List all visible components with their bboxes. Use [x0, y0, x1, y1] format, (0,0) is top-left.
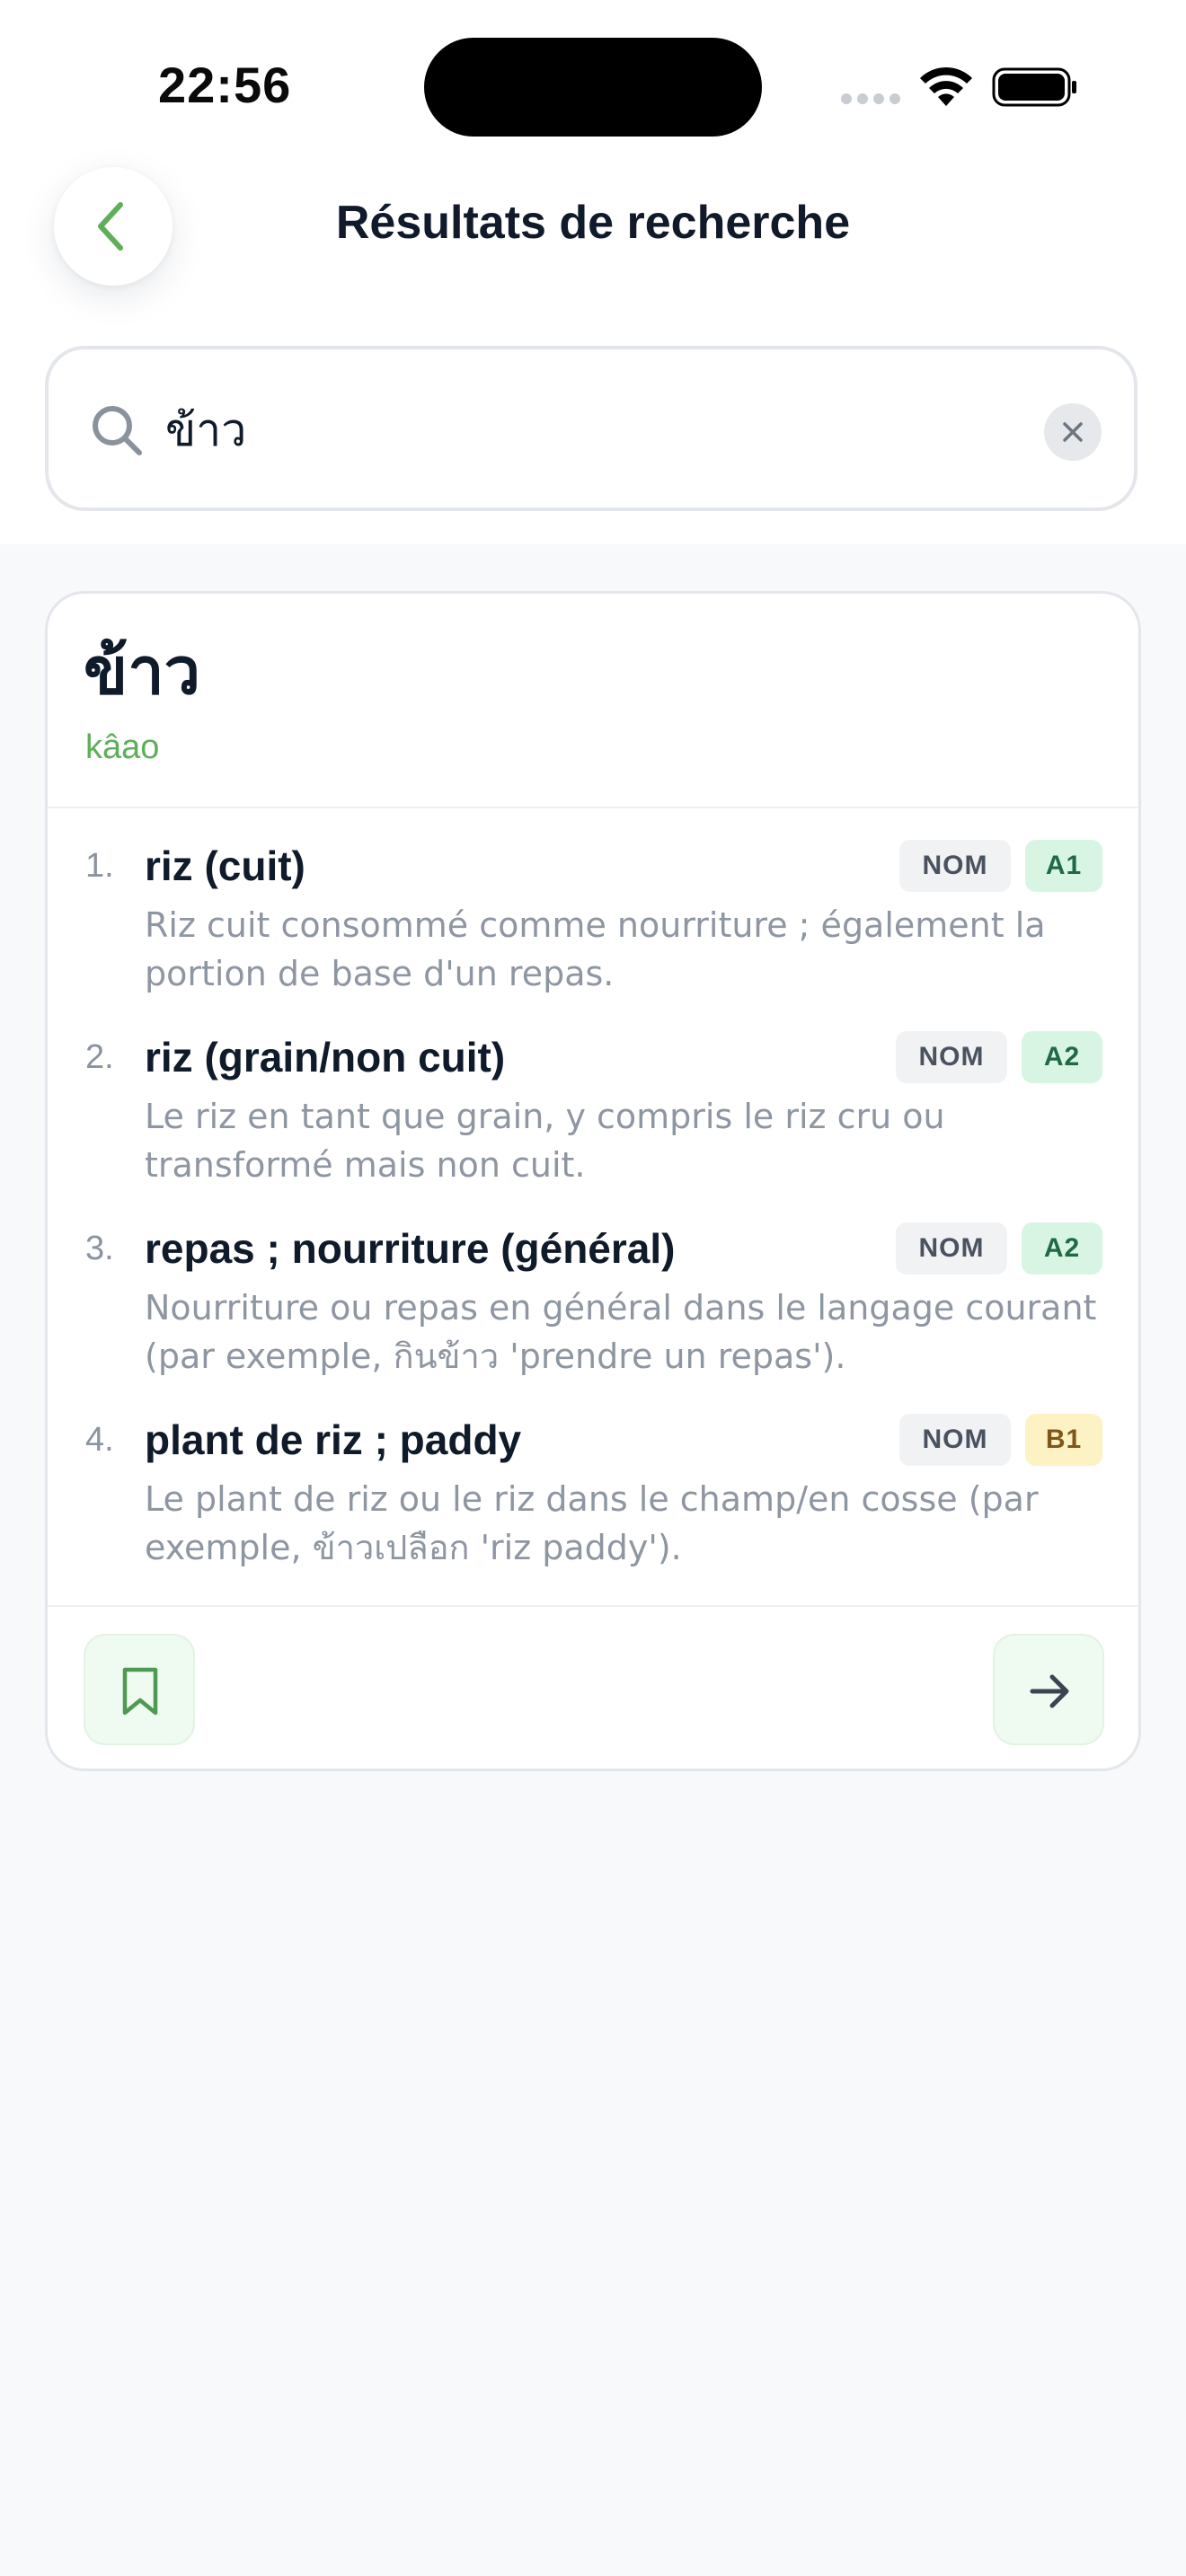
- pos-badge: NOM: [896, 1222, 1007, 1275]
- page-title: Résultats de recherche: [335, 197, 851, 249]
- search-icon: [93, 406, 142, 455]
- sense-definition: Le plant de riz ou le riz dans le champ/…: [145, 1479, 1039, 1567]
- clear-search-button[interactable]: [1044, 403, 1102, 461]
- level-badge: A1: [1025, 840, 1102, 892]
- sense-definition: Nourriture ou repas en général dans le l…: [145, 1288, 1097, 1376]
- wifi-icon: [920, 66, 972, 106]
- level-badge: B1: [1025, 1414, 1102, 1466]
- sense-number: 4.: [85, 1421, 114, 1459]
- status-time: 22:56: [158, 57, 292, 113]
- headword: ข้าว: [84, 633, 201, 709]
- arrow-right-icon: [1030, 1674, 1069, 1708]
- sense-number: 1.: [85, 847, 114, 885]
- status-bar: 22:56: [0, 0, 1186, 137]
- sense-number: 2.: [85, 1038, 114, 1076]
- sense-definition: Le riz en tant que grain, y compris le r…: [145, 1097, 945, 1185]
- bookmark-button[interactable]: [84, 1634, 195, 1745]
- header-divider: [48, 807, 1138, 808]
- result-card: ข้าว kâao 1. riz (cuit) NOM A1 Riz cuit …: [45, 591, 1141, 1771]
- battery-icon: [992, 67, 1076, 107]
- header: Résultats de recherche: [0, 135, 1186, 314]
- card-actions: [48, 1607, 1138, 1769]
- bookmark-icon: [122, 1667, 158, 1716]
- close-icon: [1063, 422, 1083, 442]
- sense-number: 3.: [85, 1230, 114, 1267]
- sense-item: 2. riz (grain/non cuit) NOM A2 Le riz en…: [48, 1031, 1138, 1211]
- romanization: kâao: [85, 728, 160, 766]
- level-badge: A2: [1022, 1222, 1102, 1275]
- sense-definition: Riz cuit consommé comme nourriture ; éga…: [145, 905, 1046, 993]
- open-entry-button[interactable]: [993, 1634, 1104, 1745]
- pos-badge: NOM: [899, 1414, 1011, 1466]
- sense-title: repas ; nourriture (général): [145, 1225, 676, 1272]
- pos-badge: NOM: [896, 1031, 1007, 1083]
- top-area: 22:56 Résultats de recherche: [0, 0, 1186, 544]
- search-input[interactable]: [165, 385, 974, 475]
- dynamic-island: [424, 38, 762, 137]
- cellular-signal-icon: [841, 93, 902, 104]
- level-badge: A2: [1022, 1031, 1102, 1083]
- sense-title: plant de riz ; paddy: [145, 1416, 522, 1463]
- search-box[interactable]: [45, 346, 1137, 511]
- pos-badge: NOM: [899, 840, 1011, 892]
- sense-title: riz (grain/non cuit): [145, 1034, 506, 1081]
- sense-item: 3. repas ; nourriture (général) NOM A2 N…: [48, 1222, 1138, 1402]
- sense-item: 4. plant de riz ; paddy NOM B1 Le plant …: [48, 1414, 1138, 1593]
- sense-item: 1. riz (cuit) NOM A1 Riz cuit consommé c…: [48, 840, 1138, 1019]
- sense-title: riz (cuit): [145, 842, 305, 889]
